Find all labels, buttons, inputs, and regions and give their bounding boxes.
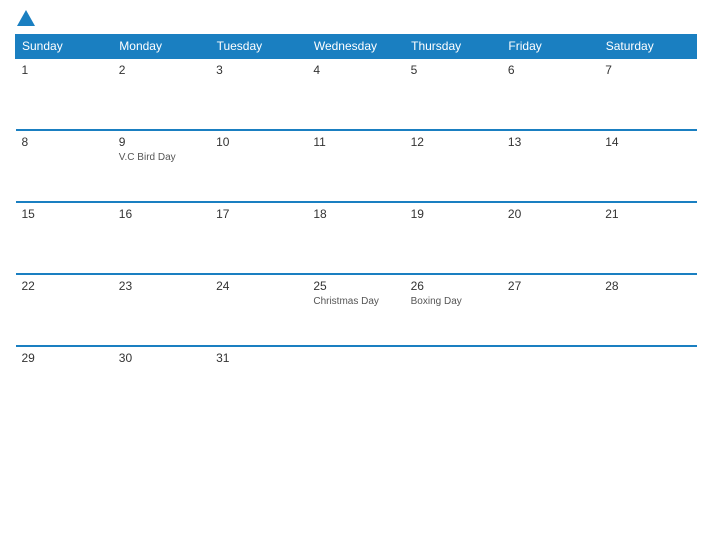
day-number: 2 [119,63,204,77]
calendar-cell: 20 [502,202,599,274]
calendar-cell: 9 V.C Bird Day [113,130,210,202]
day-number: 18 [313,207,398,221]
calendar-cell: 24 [210,274,307,346]
day-header-wednesday: Wednesday [307,35,404,59]
calendar-page: SundayMondayTuesdayWednesdayThursdayFrid… [0,0,712,550]
calendar-cell [599,346,696,401]
calendar-cell: 7 [599,58,696,130]
calendar-cell: 8 [16,130,113,202]
day-number: 1 [22,63,107,77]
day-header-tuesday: Tuesday [210,35,307,59]
calendar-week-row: 22 23 24 25 Christmas Day 26 Boxing Day 27 28 [16,274,697,346]
day-number: 4 [313,63,398,77]
calendar-cell [307,346,404,401]
calendar-cell: 27 [502,274,599,346]
day-header-monday: Monday [113,35,210,59]
calendar-cell: 3 [210,58,307,130]
calendar-cell: 18 [307,202,404,274]
day-number: 19 [411,207,496,221]
calendar-cell: 12 [405,130,502,202]
calendar-cell: 31 [210,346,307,401]
day-number: 31 [216,351,301,365]
calendar-table: SundayMondayTuesdayWednesdayThursdayFrid… [15,34,697,401]
day-number: 14 [605,135,690,149]
day-number: 30 [119,351,204,365]
day-header-saturday: Saturday [599,35,696,59]
day-number: 22 [22,279,107,293]
day-header-friday: Friday [502,35,599,59]
day-number: 11 [313,135,398,149]
day-number: 6 [508,63,593,77]
calendar-cell: 17 [210,202,307,274]
calendar-cell: 15 [16,202,113,274]
day-number: 17 [216,207,301,221]
calendar-cell: 11 [307,130,404,202]
holiday-label: Boxing Day [411,295,496,308]
day-number: 5 [411,63,496,77]
day-number: 28 [605,279,690,293]
calendar-header-row: SundayMondayTuesdayWednesdayThursdayFrid… [16,35,697,59]
calendar-week-row: 89 V.C Bird Day 10 11 12 13 14 [16,130,697,202]
calendar-cell: 4 [307,58,404,130]
calendar-week-row: 1234567 [16,58,697,130]
day-number: 8 [22,135,107,149]
day-number: 27 [508,279,593,293]
header [15,10,697,26]
calendar-cell: 5 [405,58,502,130]
day-number: 7 [605,63,690,77]
logo-triangle-icon [17,10,35,26]
holiday-label: Christmas Day [313,295,398,308]
calendar-cell [405,346,502,401]
day-number: 20 [508,207,593,221]
day-number: 13 [508,135,593,149]
logo [15,10,35,26]
calendar-cell: 25 Christmas Day [307,274,404,346]
day-header-thursday: Thursday [405,35,502,59]
calendar-cell: 14 [599,130,696,202]
day-number: 9 [119,135,204,149]
day-number: 21 [605,207,690,221]
day-number: 26 [411,279,496,293]
calendar-cell: 1 [16,58,113,130]
calendar-week-row: 15 16 17 18 19 20 21 [16,202,697,274]
holiday-label: V.C Bird Day [119,151,204,164]
day-number: 15 [22,207,107,221]
calendar-week-row: 29 30 31 [16,346,697,401]
calendar-cell: 26 Boxing Day [405,274,502,346]
calendar-cell: 28 [599,274,696,346]
calendar-cell: 29 [16,346,113,401]
calendar-cell: 10 [210,130,307,202]
day-number: 24 [216,279,301,293]
calendar-cell: 6 [502,58,599,130]
day-number: 16 [119,207,204,221]
day-number: 23 [119,279,204,293]
day-number: 25 [313,279,398,293]
day-number: 10 [216,135,301,149]
calendar-cell: 13 [502,130,599,202]
day-header-sunday: Sunday [16,35,113,59]
calendar-cell [502,346,599,401]
calendar-cell: 23 [113,274,210,346]
calendar-cell: 21 [599,202,696,274]
calendar-cell: 30 [113,346,210,401]
calendar-cell: 16 [113,202,210,274]
day-number: 29 [22,351,107,365]
day-number: 3 [216,63,301,77]
calendar-cell: 22 [16,274,113,346]
day-number: 12 [411,135,496,149]
calendar-cell: 2 [113,58,210,130]
calendar-cell: 19 [405,202,502,274]
